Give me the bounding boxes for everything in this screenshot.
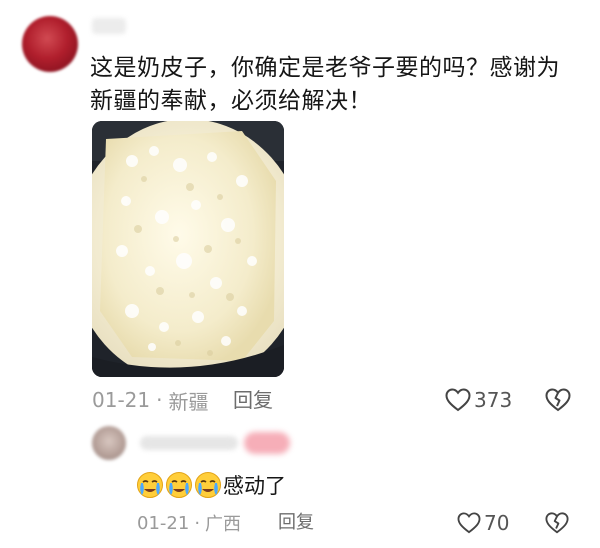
crying-face-emoji-icon <box>195 472 221 498</box>
main-comment-text: 这是奶皮子，你确定是老爷子要的吗？感谢为新疆的奉献，必须给解决！ <box>90 55 560 114</box>
broken-heart-icon <box>545 512 569 534</box>
comment-photo[interactable] <box>92 121 284 377</box>
reply-like-count: 70 <box>484 511 510 535</box>
reply-meta: 01-21 · 广西 <box>137 510 241 536</box>
main-comment-meta: 01-21 · 新疆 <box>92 386 208 414</box>
avatar-main-commenter[interactable] <box>22 16 78 72</box>
heart-outline-icon <box>457 512 481 534</box>
main-like-button[interactable]: 373 <box>445 386 512 414</box>
commenter-name-blurred[interactable] <box>92 18 126 34</box>
main-comment-location: 新疆 <box>168 389 209 414</box>
main-like-count: 373 <box>474 388 513 412</box>
reply-text-line: 感动了 <box>136 470 286 500</box>
reply-commenter-badge-blurred <box>244 432 290 454</box>
heart-outline-icon <box>445 388 471 412</box>
main-comment-date: 01-21 <box>92 388 151 412</box>
meta-separator: · <box>156 388 163 412</box>
milk-skin-photo-icon <box>92 121 284 377</box>
reply-commenter-name-blurred[interactable] <box>140 436 238 450</box>
broken-heart-icon <box>545 388 571 412</box>
crying-face-emoji-icon <box>166 472 192 498</box>
main-reply-button[interactable]: 回复 <box>233 386 273 414</box>
reply-location: 广西 <box>205 514 242 535</box>
reply-like-button[interactable]: 70 <box>457 510 509 536</box>
main-dislike-button[interactable] <box>545 387 571 413</box>
avatar-reply-commenter[interactable] <box>92 426 126 460</box>
reply-date: 01-21 <box>137 512 190 534</box>
meta-separator: · <box>194 512 201 534</box>
sub-reply-button[interactable]: 回复 <box>278 510 314 536</box>
crying-face-emoji-icon <box>137 472 163 498</box>
reply-text: 感动了 <box>223 474 286 498</box>
reply-dislike-button[interactable] <box>545 511 569 535</box>
